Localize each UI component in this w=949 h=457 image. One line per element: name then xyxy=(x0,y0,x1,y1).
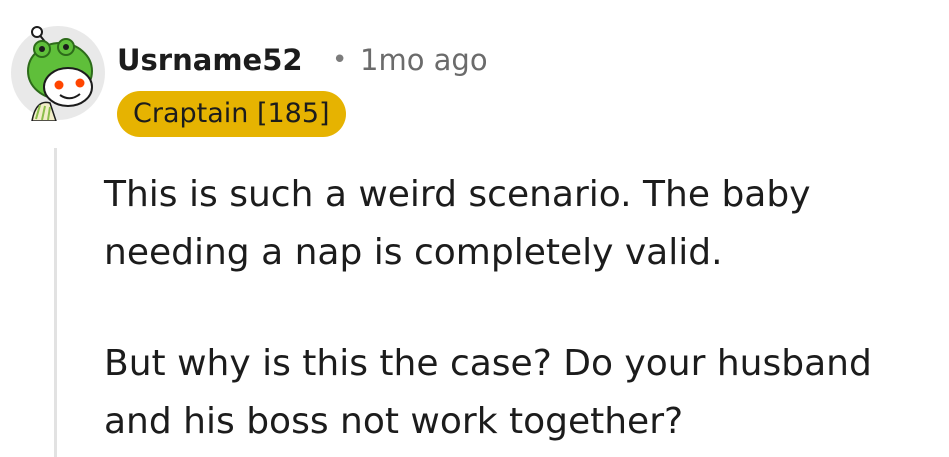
user-flair-badge: Craptain [185] xyxy=(117,91,346,137)
thread-line[interactable] xyxy=(54,148,57,457)
comment-paragraph: But why is this the case? Do your husban… xyxy=(104,343,872,442)
comment-card: Usrname52 • 1mo ago Craptain [185] This … xyxy=(0,0,949,457)
snoo-avatar-icon xyxy=(11,26,105,122)
comment-timestamp[interactable]: 1mo ago xyxy=(360,40,488,80)
meta-separator: • xyxy=(332,45,348,75)
comment-paragraph: This is such a weird scenario. The baby … xyxy=(104,174,811,273)
user-avatar[interactable] xyxy=(10,25,106,122)
username[interactable]: Usrname52 xyxy=(117,40,303,80)
comment-body: This is such a weird scenario. The baby … xyxy=(104,166,934,451)
